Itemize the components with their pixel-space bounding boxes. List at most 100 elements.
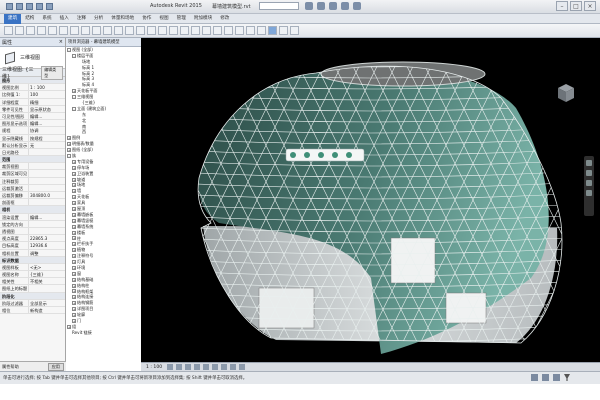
collapse-icon[interactable]: - — [72, 95, 76, 100]
expand-icon[interactable]: + — [72, 230, 76, 235]
viewcube-icon[interactable] — [556, 82, 576, 106]
property-value[interactable]: 显示原状态 — [28, 105, 65, 112]
curtain-system-icon[interactable] — [103, 26, 112, 35]
expand-icon[interactable]: + — [72, 218, 76, 223]
property-value[interactable]: 12936.6 — [28, 242, 65, 249]
property-row[interactable]: 视图样板 <无> — [0, 263, 65, 272]
property-row[interactable]: 图形显示选项 编辑... — [0, 120, 65, 128]
expand-icon[interactable]: + — [72, 195, 76, 200]
expand-icon[interactable]: + — [72, 212, 76, 217]
expand-icon[interactable]: + — [72, 313, 76, 318]
model-text-icon[interactable] — [169, 26, 178, 35]
redo-icon[interactable] — [46, 3, 53, 10]
mullion-icon[interactable] — [125, 26, 134, 35]
help-icon[interactable] — [353, 2, 361, 10]
expand-icon[interactable]: + — [72, 183, 76, 188]
lock-view-icon[interactable] — [230, 364, 237, 370]
tag-room-icon[interactable] — [202, 26, 211, 35]
ribbon-tab[interactable]: 视图 — [155, 14, 172, 24]
show-crop-icon[interactable] — [221, 364, 228, 370]
navigation-bar[interactable] — [584, 156, 594, 216]
property-value[interactable] — [28, 285, 65, 292]
undo-icon[interactable] — [36, 3, 43, 10]
component-tool-icon[interactable] — [48, 26, 57, 35]
roof-tool-icon[interactable] — [70, 26, 79, 35]
rendering-icon[interactable] — [203, 364, 210, 370]
property-value[interactable]: <无> — [28, 263, 65, 271]
save-icon[interactable] — [26, 3, 33, 10]
model-line-icon[interactable] — [180, 26, 189, 35]
ceiling-tool-icon[interactable] — [81, 26, 90, 35]
expand-icon[interactable]: + — [72, 289, 76, 294]
crop-view-icon[interactable] — [212, 364, 219, 370]
collapse-icon[interactable]: - — [67, 153, 71, 158]
property-value[interactable]: 100 — [28, 91, 65, 98]
property-row[interactable]: 远裁剪偏移 304800.0 — [0, 192, 65, 200]
property-row[interactable]: 详细程度 精细 — [0, 98, 65, 106]
property-value[interactable]: 按规程 — [28, 134, 65, 141]
viewer-icon[interactable] — [290, 26, 299, 35]
expand-icon[interactable]: + — [67, 142, 71, 147]
ribbon-tab[interactable]: 体量和场地 — [107, 14, 138, 24]
property-value[interactable]: 协调 — [28, 127, 65, 134]
ref-plane-icon[interactable] — [279, 26, 288, 35]
expand-icon[interactable]: + — [72, 201, 76, 206]
stair-icon[interactable] — [158, 26, 167, 35]
property-value[interactable] — [28, 184, 65, 191]
expand-icon[interactable]: + — [67, 136, 71, 141]
expand-icon[interactable]: + — [72, 254, 76, 259]
expand-icon[interactable]: + — [72, 206, 76, 211]
close-button[interactable]: × — [584, 1, 596, 11]
level-icon[interactable] — [235, 26, 244, 35]
property-row[interactable]: 图纸上的标题 — [0, 285, 65, 293]
property-value[interactable]: 304800.0 — [28, 192, 65, 199]
property-row[interactable]: 可见性/图形 编辑... — [0, 112, 65, 121]
property-row[interactable]: 相位 新构造 — [0, 307, 65, 315]
door-tool-icon[interactable] — [26, 26, 35, 35]
ribbon-tab[interactable]: 注释 — [73, 14, 90, 24]
expand-icon[interactable]: + — [67, 148, 71, 153]
expand-icon[interactable]: + — [72, 224, 76, 229]
sun-path-icon[interactable] — [185, 364, 192, 370]
property-row[interactable]: 默认分析显示无 — [0, 141, 65, 149]
opening-icon[interactable] — [224, 26, 233, 35]
room-icon[interactable] — [191, 26, 200, 35]
property-row[interactable]: 显示隐藏线 按规程 — [0, 134, 65, 142]
property-value[interactable]: 编辑... — [28, 112, 65, 120]
expand-icon[interactable]: + — [72, 171, 76, 176]
property-value[interactable] — [28, 148, 65, 156]
property-row[interactable]: 渲染设置 编辑... — [0, 213, 65, 221]
property-value[interactable] — [28, 170, 65, 177]
property-group[interactable]: 相机 — [0, 206, 65, 214]
expand-icon[interactable]: + — [72, 89, 76, 94]
steering-wheel-icon[interactable] — [586, 160, 592, 166]
property-row[interactable]: 视图比例 1 : 100 — [0, 84, 65, 92]
property-value[interactable]: 无 — [28, 141, 65, 148]
expand-icon[interactable]: + — [72, 307, 76, 312]
favorites-icon[interactable] — [341, 2, 349, 10]
expand-icon[interactable]: + — [72, 159, 76, 164]
property-value[interactable]: 调整 — [28, 249, 65, 256]
minimize-button[interactable]: – — [556, 1, 568, 11]
property-group[interactable]: 范围 — [0, 156, 65, 164]
ribbon-tab[interactable]: 管理 — [173, 14, 190, 24]
mini-toolbar[interactable] — [285, 148, 365, 162]
temp-hide-icon[interactable] — [239, 364, 246, 370]
railing-icon[interactable] — [136, 26, 145, 35]
view-scale[interactable]: 1 : 100 — [144, 365, 164, 370]
curtain-grid-icon[interactable] — [114, 26, 123, 35]
property-value[interactable] — [28, 227, 65, 235]
expand-icon[interactable]: + — [72, 248, 76, 253]
area-icon[interactable] — [213, 26, 222, 35]
expand-icon[interactable]: + — [72, 318, 76, 323]
expand-icon[interactable]: + — [72, 189, 76, 194]
property-row[interactable]: 零件可见性 显示原状态 — [0, 105, 65, 113]
property-value[interactable]: 编辑... — [28, 120, 65, 127]
expand-icon[interactable]: + — [72, 271, 76, 276]
property-row[interactable]: 锁定的方向 — [0, 220, 65, 228]
property-row[interactable]: 相关性 不相关 — [0, 278, 65, 286]
show-workplane-icon[interactable] — [268, 26, 277, 35]
expand-icon[interactable]: + — [72, 277, 76, 282]
property-value[interactable]: 精细 — [28, 98, 65, 105]
collapse-icon[interactable]: - — [67, 47, 71, 52]
